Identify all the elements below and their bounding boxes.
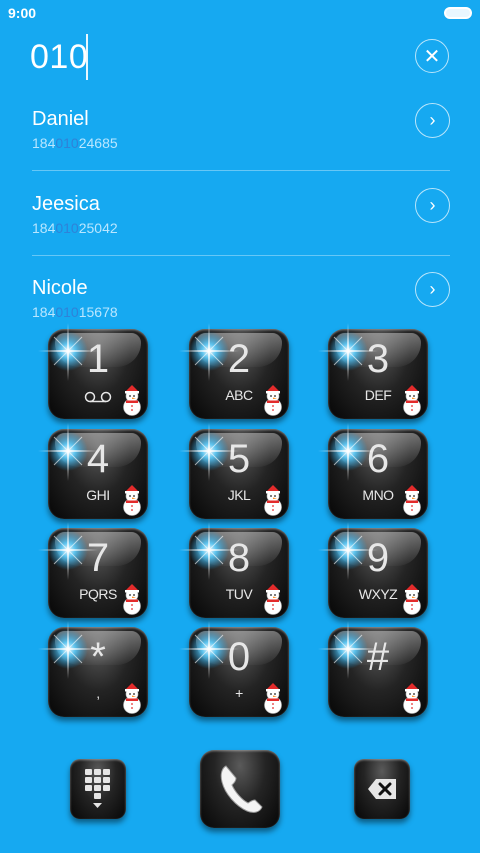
snowman-icon <box>403 385 421 416</box>
contact-number: 18401024685 <box>32 135 118 151</box>
dialpad-icon <box>85 769 110 808</box>
keypad-key-2[interactable]: 2 ABC <box>179 323 289 419</box>
snowman-icon <box>403 584 421 615</box>
sparkle-icon <box>318 621 378 679</box>
contact-name: Jeesica <box>32 193 100 215</box>
contact-name: Nicole <box>32 277 88 299</box>
keypad-key-0[interactable]: 0 + <box>179 621 289 717</box>
status-time: 9:00 <box>8 5 37 21</box>
dialpad-toggle-button[interactable] <box>70 759 126 819</box>
contact-details-button[interactable]: › <box>415 103 450 138</box>
keypad-key-9[interactable]: 9 WXYZ <box>318 522 428 618</box>
chevron-right-icon: › <box>429 195 436 215</box>
call-button[interactable] <box>200 750 280 828</box>
contact-details-button[interactable]: › <box>415 188 450 223</box>
contact-row[interactable]: Jeesica 18401025042 › <box>0 188 480 277</box>
keypad-key-7[interactable]: 7 PQRS <box>38 522 148 618</box>
contact-number: 18401025042 <box>32 220 118 236</box>
sparkle-icon <box>318 423 378 481</box>
dialed-number-display[interactable]: 010 <box>30 38 88 77</box>
status-bar: 9:00 <box>0 0 480 26</box>
snowman-icon <box>403 485 421 516</box>
number-suffix: 24685 <box>78 135 118 151</box>
keypad-key-1[interactable]: 1 <box>38 323 148 419</box>
clear-button[interactable]: ✕ <box>415 39 449 73</box>
number-prefix: 184 <box>32 220 56 236</box>
snowman-icon <box>123 385 141 416</box>
sparkle-icon <box>38 423 98 481</box>
chevron-right-icon: › <box>429 279 436 299</box>
number-match-highlight: 010 <box>55 220 79 236</box>
keypad-key-4[interactable]: 4 GHI <box>38 423 148 519</box>
battery-icon <box>444 7 472 19</box>
divider <box>32 170 450 171</box>
close-icon: ✕ <box>423 45 441 68</box>
snowman-icon <box>123 584 141 615</box>
snowman-icon <box>123 485 141 516</box>
sparkle-icon <box>179 323 239 381</box>
snowman-icon <box>264 385 282 416</box>
number-prefix: 184 <box>32 135 56 151</box>
snowman-icon <box>123 683 141 714</box>
sparkle-icon <box>38 323 98 381</box>
keypad-key-6[interactable]: 6 MNO <box>318 423 428 519</box>
keypad-key-hash[interactable]: # <box>318 621 428 717</box>
keypad-key-3[interactable]: 3 DEF <box>318 323 428 419</box>
number-match-highlight: 010 <box>55 135 79 151</box>
keypad-key-5[interactable]: 5 JKL <box>179 423 289 519</box>
sparkle-icon <box>38 522 98 580</box>
keypad-key-8[interactable]: 8 TUV <box>179 522 289 618</box>
keypad-key-star[interactable]: *, <box>38 621 148 717</box>
contact-number: 18401015678 <box>32 304 118 320</box>
snowman-icon <box>264 683 282 714</box>
contact-row[interactable]: Daniel 18401024685 › <box>0 103 480 192</box>
sparkle-icon <box>179 621 239 679</box>
backspace-icon <box>368 779 396 799</box>
number-suffix: 25042 <box>78 220 118 236</box>
contact-name: Daniel <box>32 108 89 130</box>
snowman-icon <box>264 584 282 615</box>
number-suffix: 15678 <box>78 304 118 320</box>
divider <box>32 255 450 256</box>
snowman-icon <box>264 485 282 516</box>
text-cursor <box>86 34 88 80</box>
chevron-right-icon: › <box>429 110 436 130</box>
sparkle-icon <box>179 423 239 481</box>
sparkle-icon <box>318 522 378 580</box>
sparkle-icon <box>179 522 239 580</box>
number-prefix: 184 <box>32 304 56 320</box>
sparkle-icon <box>318 323 378 381</box>
voicemail-icon <box>84 391 112 403</box>
number-match-highlight: 010 <box>55 304 79 320</box>
backspace-button[interactable] <box>354 759 410 819</box>
snowman-icon <box>403 683 421 714</box>
sparkle-icon <box>38 621 98 679</box>
contact-details-button[interactable]: › <box>415 272 450 307</box>
phone-handset-icon <box>220 765 263 813</box>
